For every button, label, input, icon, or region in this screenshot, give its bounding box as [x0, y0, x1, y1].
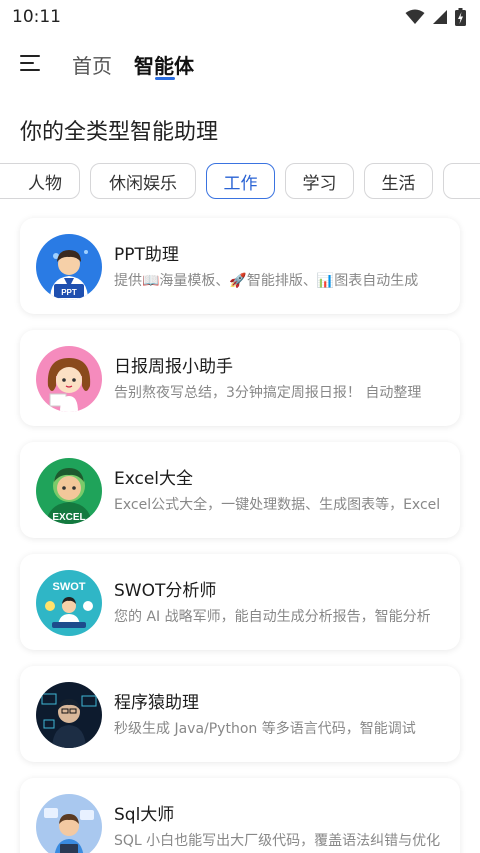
headline-section: 你的全类型智能助理: [0, 96, 480, 156]
agent-description: 您的 AI 战略军师，能自动生成分析报告，智能分析: [114, 609, 431, 625]
agent-description: 秒级生成 Java/Python 等多语言代码，智能调试: [114, 721, 416, 737]
chip-work[interactable]: 工作: [206, 163, 275, 199]
agent-card-ppt[interactable]: PPT PPT助理 提供📖海量模板、🚀智能排版、📊图表自动生成: [20, 218, 460, 314]
status-bar: 10:11: [0, 0, 480, 34]
agent-title: SWOT分析师: [114, 581, 217, 601]
avatar: [36, 794, 102, 853]
active-tab-indicator: [155, 77, 175, 80]
avatar: SWOT: [36, 570, 102, 636]
agent-title: Sql大师: [114, 805, 175, 825]
chip-label: 生活: [381, 173, 416, 194]
chip-label: 工作: [223, 173, 258, 194]
avatar-label: EXCEL: [52, 512, 85, 523]
agent-title: 程序猿助理: [114, 693, 199, 713]
menu-icon[interactable]: [20, 52, 42, 74]
status-time: 10:11: [12, 7, 61, 27]
agent-card-programmer[interactable]: 程序猿助理 秒级生成 Java/Python 等多语言代码，智能调试: [20, 666, 460, 762]
chip-study[interactable]: 学习: [285, 163, 354, 199]
agent-title: Excel大全: [114, 469, 194, 489]
avatar: EXCEL: [36, 458, 102, 524]
chip-label: 学习: [302, 173, 337, 194]
chip-label: 休闲娱乐: [109, 173, 177, 194]
status-icons: [405, 8, 466, 26]
avatar: [36, 682, 102, 748]
agent-card-swot[interactable]: SWOT SWOT分析师 您的 AI 战略军师，能自动生成分析报告，智能分析: [20, 554, 460, 650]
chip-label: 人物: [28, 173, 62, 194]
agent-description: 提供📖海量模板、🚀智能排版、📊图表自动生成: [114, 273, 419, 289]
agent-title: 日报周报小助手: [114, 357, 233, 377]
wifi-icon: [405, 9, 425, 24]
tab-agent[interactable]: 智能体: [134, 50, 194, 79]
avatar: PPT: [36, 234, 102, 300]
agent-description: SQL 小白也能写出大厂级代码，覆盖语法纠错与优化: [114, 833, 441, 849]
agent-description: Excel公式大全，一键处理数据、生成图表等，Excel: [114, 497, 441, 513]
chip-people[interactable]: 人物: [0, 163, 80, 199]
avatar-label: SWOT: [53, 581, 86, 593]
chip-leisure[interactable]: 休闲娱乐: [90, 163, 196, 199]
agent-card-sql[interactable]: Sql大师 SQL 小白也能写出大厂级代码，覆盖语法纠错与优化: [20, 778, 460, 853]
agent-card-daily-report[interactable]: 日报周报小助手 告别熬夜写总结，3分钟搞定周报日报！ 自动整理: [20, 330, 460, 426]
avatar-label: PPT: [61, 288, 77, 297]
tab-home[interactable]: 首页: [72, 50, 112, 79]
chip-life[interactable]: 生活: [364, 163, 433, 199]
chip-more[interactable]: [443, 163, 480, 199]
page-headline: 你的全类型智能助理: [20, 120, 219, 145]
avatar: [36, 346, 102, 412]
top-bar: 首页 智能体: [0, 34, 480, 96]
category-chips: 人物 休闲娱乐 工作 学习 生活: [0, 156, 480, 208]
signal-icon: [433, 10, 447, 24]
agent-description: 告别熬夜写总结，3分钟搞定周报日报！ 自动整理: [114, 385, 422, 401]
agent-card-excel[interactable]: EXCEL Excel大全 Excel公式大全，一键处理数据、生成图表等，Exc…: [20, 442, 460, 538]
agent-title: PPT助理: [114, 245, 179, 265]
battery-charging-icon: [455, 8, 466, 26]
agent-list: PPT PPT助理 提供📖海量模板、🚀智能排版、📊图表自动生成 日报周报小助手 …: [0, 208, 480, 853]
